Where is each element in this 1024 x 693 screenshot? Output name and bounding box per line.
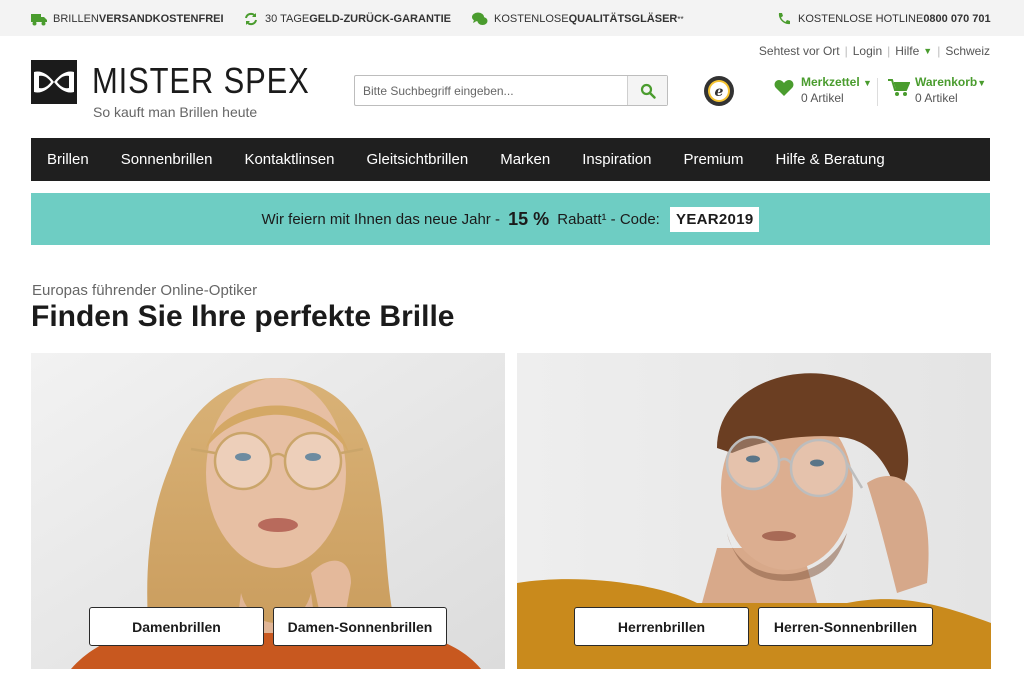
nav-item-hilfe-beratung[interactable]: Hilfe & Beratung — [759, 138, 900, 181]
refresh-icon — [245, 12, 257, 26]
cart-title: Warenkorb▼ — [915, 75, 986, 89]
trusted-shops-badge-icon[interactable]: e — [703, 75, 735, 107]
chat-icon — [472, 12, 488, 25]
logo-glasses-icon — [31, 60, 77, 104]
phone-icon — [778, 13, 790, 25]
chevron-down-icon: ▼ — [863, 78, 872, 88]
promo-banner[interactable]: Wir feiern mit Ihnen das neue Jahr - 15 … — [31, 193, 990, 245]
hero-tile-men[interactable]: Herrenbrillen Herren-Sonnenbrillen — [517, 353, 991, 669]
hero-tile-women[interactable]: Damenbrillen Damen-Sonnenbrillen — [31, 353, 505, 669]
nav-item-kontaktlinsen[interactable]: Kontaktlinsen — [228, 138, 350, 181]
page-title: Finden Sie Ihre perfekte Brille — [31, 300, 455, 333]
usp-hotline[interactable]: KOSTENLOSE HOTLINE 0800 070 701 — [776, 11, 991, 27]
search-input[interactable] — [355, 76, 627, 105]
logo[interactable]: MISTER SPEX So kauft man Brillen heute — [31, 58, 309, 124]
usp-bold: QUALITÄTSGLÄSER — [568, 13, 678, 25]
usp-bold: GELD-ZURÜCK-GARANTIE — [309, 13, 451, 25]
link-hilfe[interactable]: Hilfe — [895, 44, 919, 58]
promo-percent: 15 % — [508, 208, 550, 229]
main-nav: Brillen Sonnenbrillen Kontaktlinsen Glei… — [31, 138, 990, 181]
logo-tagline: So kauft man Brillen heute — [93, 104, 258, 120]
damen-sonnenbrillen-button[interactable]: Damen-Sonnenbrillen — [273, 607, 447, 646]
hotline-number[interactable]: 0800 070 701 — [923, 13, 990, 25]
usp-text: BRILLEN — [53, 13, 99, 25]
usp-lenses: KOSTENLOSE QUALITÄTSGLÄSER ** — [472, 11, 684, 27]
separator: | — [887, 44, 891, 58]
search-button[interactable] — [627, 76, 667, 105]
search-box — [354, 75, 668, 106]
cart-label: Warenkorb — [915, 75, 978, 89]
damenbrillen-button[interactable]: Damenbrillen — [89, 607, 264, 646]
nav-item-premium[interactable]: Premium — [667, 138, 759, 181]
usp-footnote: ** — [677, 14, 684, 24]
nav-item-gleitsichtbrillen[interactable]: Gleitsichtbrillen — [351, 138, 485, 181]
cart-icon — [888, 79, 910, 96]
herren-sonnenbrillen-button[interactable]: Herren-Sonnenbrillen — [758, 607, 933, 646]
svg-text:e: e — [715, 84, 724, 100]
chevron-down-icon: ▼ — [977, 78, 987, 88]
nav-item-inspiration[interactable]: Inspiration — [566, 138, 667, 181]
usp-bar: BRILLEN VERSANDKOSTENFREI 30 TAGE GELD-Z… — [0, 0, 1024, 36]
cart-count: 0 Artikel — [915, 91, 958, 105]
hotline-label: KOSTENLOSE HOTLINE — [798, 13, 924, 25]
wishlist-label: Merkzettel — [801, 75, 860, 89]
cart-text: Warenkorb▼ 0 Artikel — [915, 75, 986, 105]
usp-text: KOSTENLOSE — [494, 13, 569, 25]
promo-text-after: Rabatt¹ - Code: — [553, 210, 665, 228]
link-login[interactable]: Login — [853, 44, 882, 58]
wishlist-title: Merkzettel ▼ — [801, 75, 872, 89]
wishlist-text: Merkzettel ▼ 0 Artikel — [801, 75, 872, 105]
link-country[interactable]: Schweiz — [945, 44, 990, 58]
heart-icon — [774, 80, 794, 96]
chevron-down-icon: ▼ — [923, 46, 933, 56]
herrenbrillen-button[interactable]: Herrenbrillen — [574, 607, 749, 646]
nav-item-sonnenbrillen[interactable]: Sonnenbrillen — [105, 138, 229, 181]
search-icon — [640, 83, 656, 99]
separator: | — [844, 44, 848, 58]
promo-code: YEAR2019 — [670, 206, 760, 232]
wishlist-count: 0 Artikel — [801, 91, 844, 105]
usp-bold: VERSANDKOSTENFREI — [98, 13, 224, 25]
page-eyebrow: Europas führender Online-Optiker — [32, 282, 258, 299]
logo-name: MISTER SPEX — [92, 60, 310, 101]
link-sehtest[interactable]: Sehtest vor Ort — [759, 44, 840, 58]
nav-item-marken[interactable]: Marken — [484, 138, 566, 181]
usp-text: 30 TAGE — [265, 13, 310, 25]
wishlist[interactable]: Merkzettel ▼ 0 Artikel — [774, 75, 874, 109]
top-links: Sehtest vor Ort | Login | Hilfe ▼ | Schwe… — [759, 44, 990, 58]
usp-shipping: BRILLEN VERSANDKOSTENFREI — [31, 11, 224, 27]
header-divider — [877, 78, 878, 106]
cart[interactable]: Warenkorb▼ 0 Artikel — [888, 75, 992, 109]
separator: | — [937, 44, 941, 58]
usp-guarantee: 30 TAGE GELD-ZURÜCK-GARANTIE — [243, 11, 451, 27]
promo-text: Wir feiern mit Ihnen das neue Jahr - — [261, 210, 505, 228]
nav-item-brillen[interactable]: Brillen — [31, 138, 105, 181]
truck-icon — [31, 14, 47, 26]
